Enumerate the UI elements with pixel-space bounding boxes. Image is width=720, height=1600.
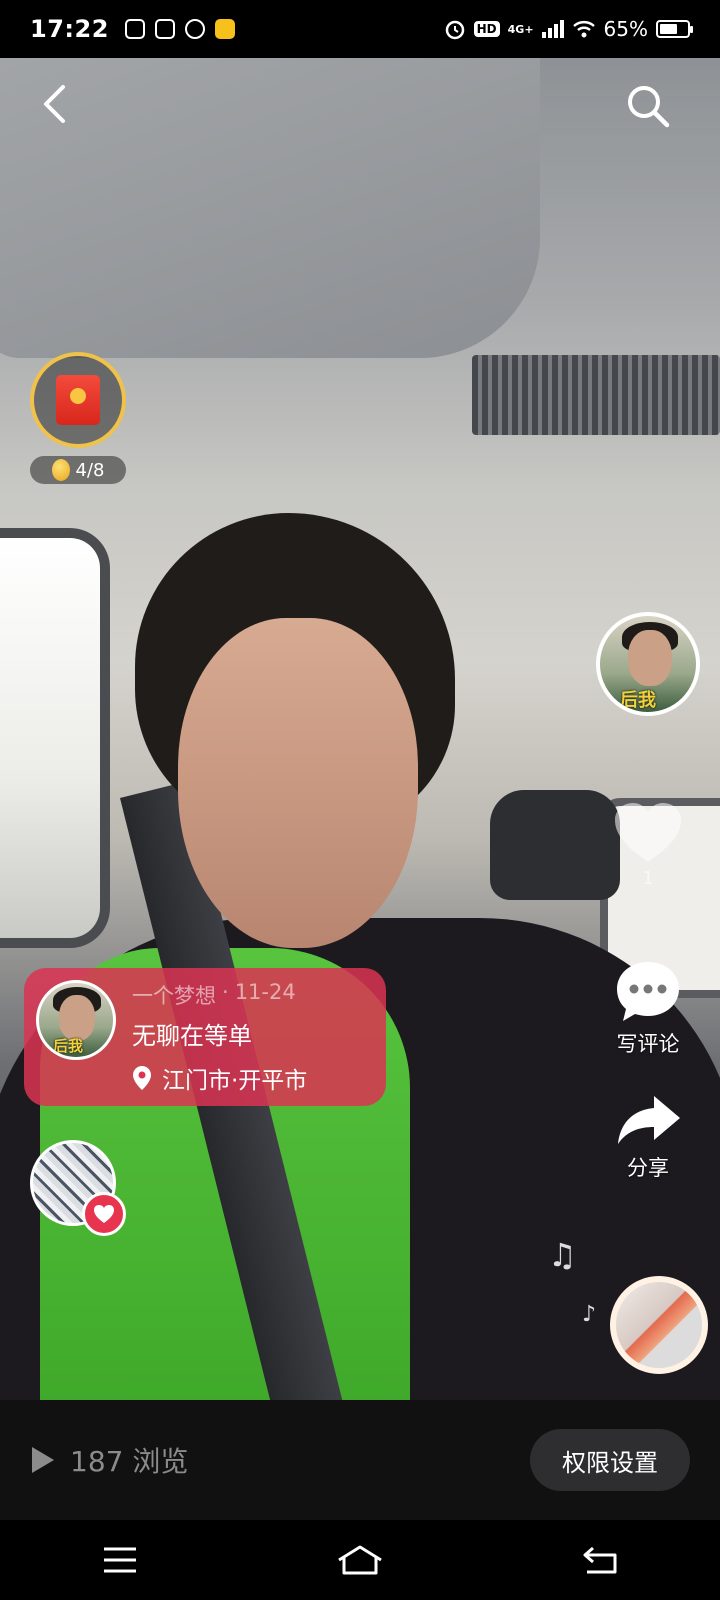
battery-fill <box>660 24 677 34</box>
back-button[interactable] <box>32 82 76 126</box>
red-envelope-reward[interactable] <box>30 352 126 448</box>
author-avatar[interactable]: 后我 <box>596 612 700 716</box>
post-meta: 一个梦想 · 11-24 <box>132 980 307 1010</box>
share-label: 分享 <box>627 1156 669 1180</box>
tiktok-icon <box>184 19 205 39</box>
music-note-small-icon: ♪ <box>582 1302 597 1327</box>
home-icon <box>338 1545 382 1575</box>
battery-icon <box>656 20 693 38</box>
person-face <box>178 618 418 948</box>
coin-counter: 4/8 <box>30 456 126 484</box>
status-indicators: HD 4G+ 65% <box>444 17 693 41</box>
menu-button[interactable] <box>90 1540 150 1580</box>
battery-percent: 65% <box>603 17 648 41</box>
heart-badge[interactable] <box>82 1192 126 1236</box>
status-app-icons <box>124 19 235 39</box>
comment-bubble-icon <box>617 962 679 1021</box>
share-arrow-icon <box>618 1096 680 1144</box>
wifi-icon <box>572 21 595 38</box>
back-nav-button[interactable] <box>570 1540 630 1580</box>
game-app-icon <box>214 19 235 39</box>
car-window-left <box>0 528 110 948</box>
like-button[interactable]: 1 <box>608 800 688 910</box>
card-body: 一个梦想 · 11-24 无聊在等单 江门市·开平市 <box>132 980 307 1095</box>
location-text: 江门市·开平市 <box>162 1068 308 1094</box>
signal-icon <box>541 20 564 38</box>
photo-app-icon <box>154 19 175 39</box>
post-location[interactable]: 江门市·开平市 <box>132 1061 307 1095</box>
coin-progress: 4/8 <box>75 459 105 481</box>
music-note-icon: ♫ <box>548 1236 577 1274</box>
views-text: 187 浏览 <box>70 1445 189 1478</box>
play-icon <box>32 1447 54 1473</box>
status-bar: 17:22 HD 4G+ 65% <box>0 0 720 58</box>
car-headliner <box>0 58 540 358</box>
status-time: 17:22 <box>30 15 109 43</box>
music-app-icon <box>124 19 145 39</box>
chevron-left-icon <box>44 85 65 123</box>
heart-icon <box>615 803 681 862</box>
search-icon <box>628 86 670 128</box>
menu-icon <box>104 1547 136 1573</box>
meta-separator: · <box>222 980 229 1004</box>
permission-settings-button[interactable]: 权限设置 <box>530 1429 690 1491</box>
location-pin-icon <box>133 1066 151 1090</box>
back-arrow-icon <box>583 1546 617 1574</box>
hd-badge: HD <box>473 21 500 37</box>
card-author-avatar[interactable]: 后我 <box>36 980 116 1060</box>
music-disc[interactable] <box>610 1276 708 1374</box>
post-date: 11-24 <box>234 980 296 1004</box>
alarm-icon <box>445 20 464 40</box>
author-name[interactable]: 一个梦想 <box>132 980 216 1010</box>
network-badge: 4G+ <box>507 22 534 36</box>
gold-coin-icon <box>51 459 70 481</box>
comment-button[interactable]: 写评论 <box>600 958 696 1058</box>
share-button[interactable]: 分享 <box>600 1092 696 1182</box>
red-envelope-icon <box>56 375 100 425</box>
search-button[interactable] <box>624 82 674 132</box>
post-title: 无聊在等单 <box>132 1022 252 1050</box>
card-avatar-caption: 后我 <box>53 1037 84 1055</box>
like-count: 1 <box>642 868 654 889</box>
home-button[interactable] <box>330 1540 390 1580</box>
avatar-caption: 后我 <box>620 690 656 711</box>
heart-small-icon <box>94 1205 114 1223</box>
system-nav-bar <box>0 1520 720 1600</box>
car-vent <box>472 355 720 435</box>
car-seat <box>490 790 620 900</box>
view-count: 187 浏览 <box>30 1440 188 1480</box>
comment-label: 写评论 <box>616 1032 680 1056</box>
post-info-card[interactable]: 后我 一个梦想 · 11-24 无聊在等单 江门市·开平市 <box>24 968 386 1106</box>
bottom-bar: 187 浏览 权限设置 <box>0 1400 720 1520</box>
